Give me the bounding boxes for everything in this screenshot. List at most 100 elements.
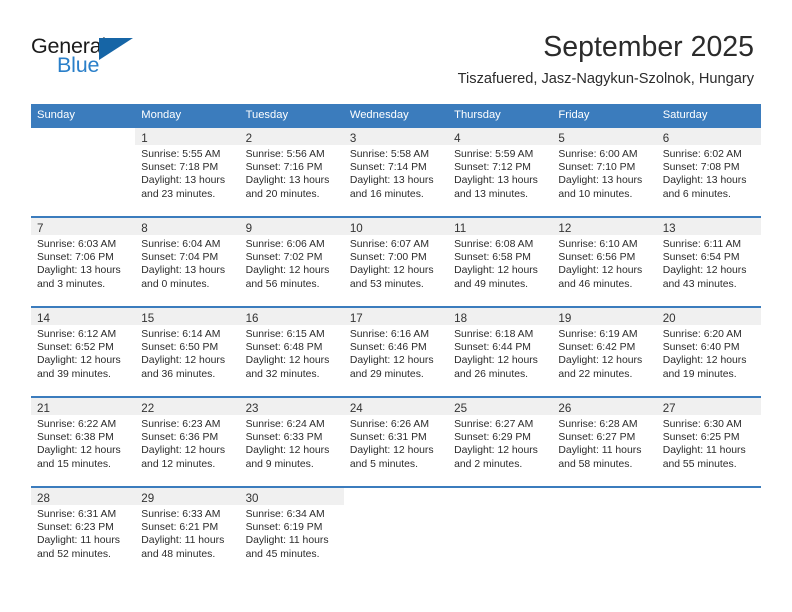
sunset-text: Sunset: 6:50 PM — [141, 342, 219, 354]
day-number-band — [31, 128, 135, 145]
weekday-header-saturday: Saturday — [656, 104, 761, 127]
calendar-day-cell[interactable]: 7 Sunrise: 6:03 AM Sunset: 7:06 PM Daylight… — [31, 216, 136, 307]
daylight-text: and 19 minutes. — [662, 368, 737, 380]
day-number-band: 24 — [343, 398, 449, 415]
day-number-band: 5 — [552, 128, 657, 145]
day-number-band: 4 — [448, 128, 553, 145]
day-detail-lines: Sunrise: 6:07 AM Sunset: 7:00 PM Daylight:… — [344, 235, 448, 291]
calendar-day-cell[interactable]: 8 Sunrise: 6:04 AM Sunset: 7:04 PM Daylight… — [135, 216, 240, 307]
calendar-week-row: 21 Sunrise: 6:22 AM Sunset: 6:38 PM Dayligh… — [31, 396, 761, 487]
sunrise-text: Sunrise: 6:30 AM — [662, 419, 742, 430]
sunrise-text: Sunrise: 6:02 AM — [662, 149, 742, 160]
day-cell-inner: 18 Sunrise: 6:18 AM Sunset: 6:44 PM Dayligh… — [448, 308, 553, 396]
daylight-text: and 22 minutes. — [558, 368, 633, 380]
calendar-day-cell[interactable]: 10 Sunrise: 6:07 AM Sunset: 7:00 PM Dayligh… — [343, 216, 449, 307]
day-cell-inner: 7 Sunrise: 6:03 AM Sunset: 7:06 PM Daylight… — [31, 218, 136, 306]
day-cell-inner: 14 Sunrise: 6:12 AM Sunset: 6:52 PM Dayligh… — [31, 308, 136, 396]
calendar-day-cell[interactable]: 16 Sunrise: 6:15 AM Sunset: 6:48 PM Dayligh… — [239, 306, 344, 397]
sunrise-text: Sunrise: 6:00 AM — [558, 149, 638, 160]
day-detail-lines: Sunrise: 6:16 AM Sunset: 6:46 PM Daylight:… — [344, 325, 448, 381]
calendar-day-cell[interactable]: 24 Sunrise: 6:26 AM Sunset: 6:31 PM Dayligh… — [343, 396, 449, 487]
daylight-text: Daylight: 12 hours — [454, 265, 538, 277]
calendar-empty-cell — [656, 486, 761, 576]
daylight-text: and 53 minutes. — [349, 278, 424, 290]
day-number: 2 — [245, 132, 253, 145]
calendar-day-cell[interactable]: 1 Sunrise: 5:55 AM Sunset: 7:18 PM Daylight… — [135, 126, 240, 217]
calendar-day-cell[interactable]: 13 Sunrise: 6:11 AM Sunset: 6:54 PM Dayligh… — [656, 216, 761, 307]
calendar-day-cell[interactable]: 21 Sunrise: 6:22 AM Sunset: 6:38 PM Dayligh… — [31, 396, 136, 487]
calendar-day-cell[interactable]: 2 Sunrise: 5:56 AM Sunset: 7:16 PM Daylight… — [239, 126, 344, 217]
sunrise-text: Sunrise: 6:22 AM — [37, 419, 117, 430]
calendar-week-row: 7 Sunrise: 6:03 AM Sunset: 7:06 PM Daylight… — [31, 216, 761, 307]
calendar-day-cell[interactable]: 20 Sunrise: 6:20 AM Sunset: 6:40 PM Dayligh… — [656, 306, 761, 397]
sunset-text: Sunset: 7:18 PM — [141, 162, 219, 174]
daylight-text: and 32 minutes. — [245, 368, 320, 380]
calendar-day-cell[interactable]: 23 Sunrise: 6:24 AM Sunset: 6:33 PM Dayligh… — [239, 396, 344, 487]
calendar-day-cell[interactable]: 14 Sunrise: 6:12 AM Sunset: 6:52 PM Dayligh… — [31, 306, 136, 397]
calendar-day-cell[interactable]: 18 Sunrise: 6:18 AM Sunset: 6:44 PM Dayligh… — [448, 306, 553, 397]
page-title: September 2025 — [543, 31, 754, 63]
sunset-text: Sunset: 7:02 PM — [245, 252, 323, 264]
day-cell-inner: 30 Sunrise: 6:34 AM Sunset: 6:19 PM Dayligh… — [239, 488, 344, 576]
sunset-text: Sunset: 6:40 PM — [662, 342, 740, 354]
sunrise-text: Sunrise: 6:08 AM — [454, 239, 534, 250]
calendar-day-cell[interactable]: 30 Sunrise: 6:34 AM Sunset: 6:19 PM Dayligh… — [239, 486, 344, 576]
daylight-text: Daylight: 12 hours — [245, 265, 330, 277]
daylight-text: Daylight: 13 hours — [141, 175, 226, 187]
calendar-day-cell[interactable]: 15 Sunrise: 6:14 AM Sunset: 6:50 PM Dayligh… — [135, 306, 240, 397]
sunrise-text: Sunrise: 6:06 AM — [245, 239, 325, 250]
sunrise-text: Sunrise: 6:14 AM — [141, 329, 221, 340]
sunset-text: Sunset: 7:08 PM — [662, 162, 740, 174]
calendar-day-cell[interactable]: 26 Sunrise: 6:28 AM Sunset: 6:27 PM Dayligh… — [552, 396, 657, 487]
general-blue-logo: General Blue — [31, 34, 161, 84]
sunrise-text: Sunrise: 5:59 AM — [454, 149, 534, 160]
day-number: 21 — [37, 402, 50, 415]
daylight-text: and 49 minutes. — [454, 278, 529, 290]
calendar-weekday-header-row: Sunday Monday Tuesday Wednesday Thursday… — [31, 104, 761, 127]
calendar-day-cell[interactable]: 11 Sunrise: 6:08 AM Sunset: 6:58 PM Dayligh… — [448, 216, 553, 307]
calendar-day-cell[interactable]: 28 Sunrise: 6:31 AM Sunset: 6:23 PM Dayligh… — [31, 486, 136, 576]
day-number-band: 13 — [656, 218, 761, 235]
day-number: 27 — [662, 402, 676, 415]
day-cell-inner: 4 Sunrise: 5:59 AM Sunset: 7:12 PM Daylight… — [448, 128, 553, 216]
daylight-text: Daylight: 12 hours — [454, 445, 538, 457]
daylight-text: Daylight: 13 hours — [141, 265, 226, 277]
day-number-band: 22 — [135, 398, 240, 415]
calendar-day-cell[interactable]: 29 Sunrise: 6:33 AM Sunset: 6:21 PM Dayligh… — [135, 486, 240, 576]
day-cell-inner — [31, 128, 135, 216]
daylight-text: and 45 minutes. — [245, 548, 320, 560]
calendar-week-row: 14 Sunrise: 6:12 AM Sunset: 6:52 PM Dayligh… — [31, 306, 761, 397]
calendar-day-cell[interactable]: 22 Sunrise: 6:23 AM Sunset: 6:36 PM Dayligh… — [135, 396, 240, 487]
day-cell-inner: 24 Sunrise: 6:26 AM Sunset: 6:31 PM Dayligh… — [343, 398, 449, 486]
day-cell-inner: 17 Sunrise: 6:16 AM Sunset: 6:46 PM Dayligh… — [343, 308, 449, 396]
calendar-day-cell[interactable]: 19 Sunrise: 6:19 AM Sunset: 6:42 PM Dayligh… — [552, 306, 657, 397]
calendar-day-cell[interactable]: 4 Sunrise: 5:59 AM Sunset: 7:12 PM Daylight… — [448, 126, 553, 217]
day-detail-lines: Sunrise: 6:04 AM Sunset: 7:04 PM Daylight:… — [135, 235, 239, 291]
calendar-day-cell[interactable]: 17 Sunrise: 6:16 AM Sunset: 6:46 PM Dayligh… — [343, 306, 449, 397]
calendar-day-cell[interactable]: 3 Sunrise: 5:58 AM Sunset: 7:14 PM Daylight… — [343, 126, 449, 217]
calendar-day-cell[interactable]: 9 Sunrise: 6:06 AM Sunset: 7:02 PM Daylight… — [239, 216, 344, 307]
day-number: 15 — [141, 312, 155, 325]
daylight-text: Daylight: 12 hours — [662, 355, 747, 367]
calendar-day-cell[interactable]: 12 Sunrise: 6:10 AM Sunset: 6:56 PM Dayligh… — [552, 216, 657, 307]
daylight-text: Daylight: 13 hours — [454, 175, 538, 187]
calendar-day-cell[interactable]: 5 Sunrise: 6:00 AM Sunset: 7:10 PM Daylight… — [552, 126, 657, 217]
calendar-day-cell[interactable]: 25 Sunrise: 6:27 AM Sunset: 6:29 PM Dayligh… — [448, 396, 553, 487]
day-number: 24 — [349, 402, 363, 415]
sunset-text: Sunset: 6:29 PM — [454, 432, 531, 444]
daylight-text: Daylight: 11 hours — [245, 535, 329, 547]
day-number: 16 — [245, 312, 259, 325]
day-number-band — [657, 488, 761, 505]
daylight-text: Daylight: 11 hours — [141, 535, 225, 547]
daylight-text: Daylight: 13 hours — [245, 175, 330, 187]
day-number-band: 7 — [31, 218, 136, 235]
daylight-text: Daylight: 11 hours — [558, 445, 642, 457]
calendar-day-cell[interactable]: 6 Sunrise: 6:02 AM Sunset: 7:08 PM Daylight… — [656, 126, 761, 217]
daylight-text: and 0 minutes. — [141, 278, 210, 290]
sunset-text: Sunset: 7:14 PM — [349, 162, 427, 174]
day-number: 18 — [454, 312, 468, 325]
sunset-text: Sunset: 6:27 PM — [558, 432, 636, 444]
calendar-day-cell[interactable]: 27 Sunrise: 6:30 AM Sunset: 6:25 PM Dayligh… — [656, 396, 761, 487]
daylight-text: Daylight: 12 hours — [37, 355, 121, 367]
day-detail-lines: Sunrise: 6:19 AM Sunset: 6:42 PM Daylight:… — [552, 325, 656, 381]
